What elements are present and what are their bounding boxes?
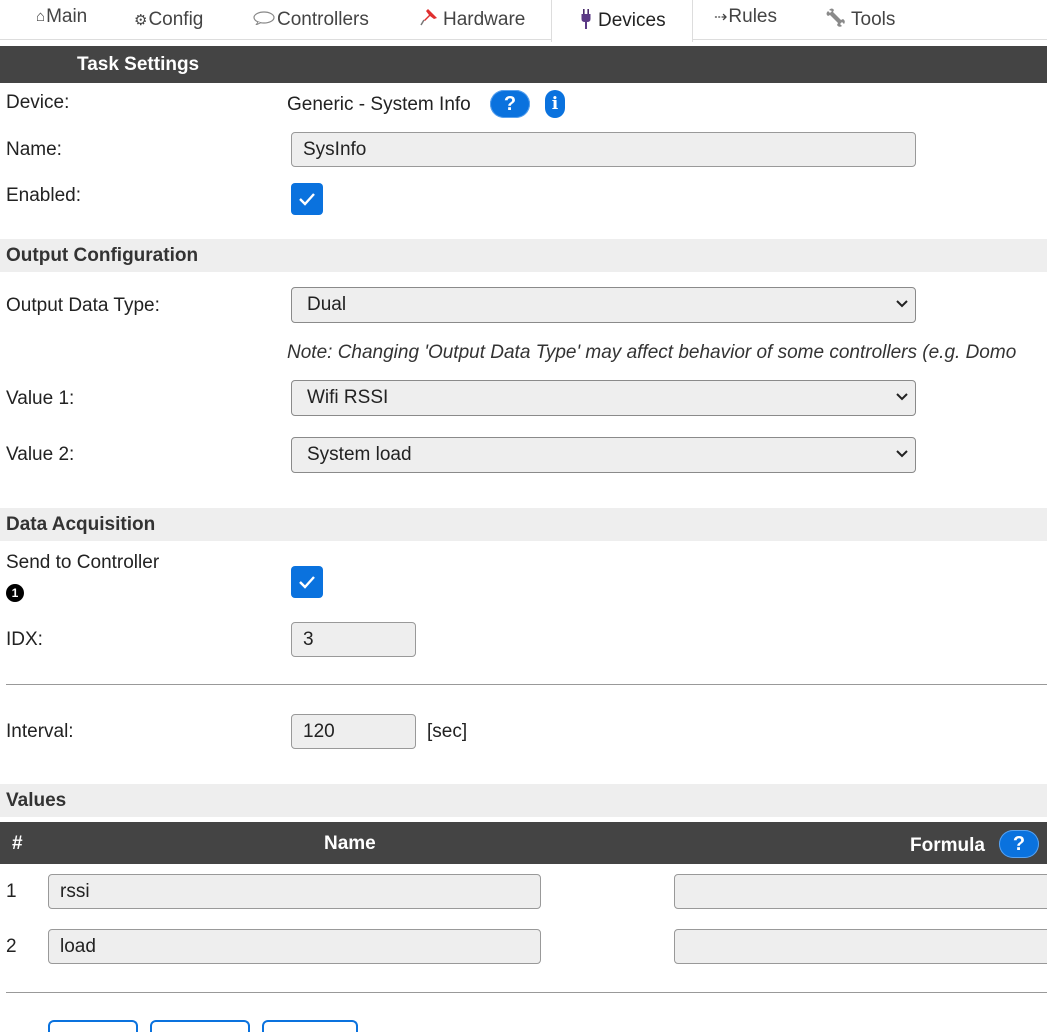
chevron-down-icon (896, 300, 908, 308)
select-value: Dual (307, 294, 347, 315)
enabled-label: Enabled: (6, 185, 82, 206)
tab-label: Controllers (277, 8, 369, 30)
close-button[interactable] (48, 1020, 138, 1032)
enabled-checkbox[interactable] (291, 183, 323, 215)
tab-label: Rules (728, 5, 777, 27)
value-name-input[interactable]: load (48, 929, 541, 964)
chevron-down-icon (896, 450, 908, 458)
tab-bar: ⌂ Main ⚙ Config Controllers Hardware Devic… (0, 0, 1047, 42)
tab-tools[interactable]: Tools (826, 0, 895, 39)
info-glyph: i (551, 94, 559, 114)
row-number: 2 (6, 936, 17, 957)
row-number: 1 (6, 881, 17, 902)
help-glyph: ? (1012, 832, 1026, 855)
values-header: Values (0, 784, 1047, 817)
tab-label: Config (148, 8, 204, 30)
idx-input[interactable]: 3 (291, 622, 416, 657)
value1-select[interactable]: Wifi RSSI (291, 380, 916, 416)
tab-main[interactable]: ⌂ Main (36, 0, 87, 36)
value-formula-input[interactable] (674, 929, 1047, 964)
section-title: Task Settings (77, 54, 200, 75)
value2-label: Value 2: (6, 444, 75, 465)
value-formula-input[interactable] (674, 874, 1047, 909)
gear-icon: ⚙ (134, 11, 148, 29)
value-name-input[interactable]: rssi (48, 874, 541, 909)
interval-label: Interval: (6, 721, 74, 742)
input-value: 120 (303, 720, 335, 742)
send-to-controller-checkbox[interactable] (291, 566, 323, 598)
column-header-formula: Formula (910, 835, 985, 856)
name-label: Name: (6, 139, 62, 160)
output-type-select[interactable]: Dual (291, 287, 916, 323)
wrench-icon (826, 7, 848, 32)
task-name-input[interactable]: SysInfo (291, 132, 916, 167)
values-table-header: # Name Formula ? (0, 822, 1047, 864)
column-header-name: Name (324, 833, 376, 854)
interval-unit: [sec] (427, 721, 468, 742)
arrow-right-icon: ⇢ (714, 8, 728, 26)
value2-select[interactable]: System load (291, 437, 916, 473)
input-value: SysInfo (303, 138, 367, 160)
submit-button[interactable] (150, 1020, 250, 1032)
controller-number-badge: 1 (6, 584, 24, 602)
value1-label: Value 1: (6, 388, 75, 409)
home-icon: ⌂ (36, 8, 46, 25)
divider (6, 684, 1047, 685)
section-title: Data Acquisition (6, 514, 156, 535)
tab-label: Hardware (443, 8, 526, 30)
output-type-note: Note: Changing 'Output Data Type' may af… (287, 342, 1017, 363)
speech-bubble-icon (253, 10, 275, 30)
idx-label: IDX: (6, 629, 43, 650)
select-value: Wifi RSSI (307, 387, 389, 408)
chevron-down-icon (896, 393, 908, 401)
help-glyph: ? (503, 92, 517, 115)
plug-icon (580, 8, 592, 35)
tab-label: Main (46, 5, 88, 27)
data-acquisition-header: Data Acquisition (0, 508, 1047, 541)
badge-number: 1 (11, 586, 19, 600)
device-label: Device: (6, 92, 70, 113)
tab-label: Tools (851, 8, 896, 30)
column-header-number: # (12, 833, 23, 854)
send-to-controller-label: Send to Controller (6, 552, 160, 573)
tab-rules[interactable]: ⇢ Rules (714, 0, 777, 36)
checkmark-icon (299, 576, 315, 589)
section-title: Output Configuration (6, 245, 199, 266)
tab-controllers[interactable]: Controllers (253, 0, 369, 39)
input-value: load (60, 935, 96, 957)
info-icon[interactable]: i (545, 90, 565, 118)
select-value: System load (307, 444, 412, 465)
tab-hardware[interactable]: Hardware (419, 0, 525, 39)
input-value: 3 (303, 628, 314, 650)
task-settings-header: Task Settings (0, 46, 1047, 83)
tab-label: Devices (598, 10, 666, 31)
device-value: Generic - System Info (287, 94, 471, 115)
checkmark-icon (299, 193, 315, 206)
interval-input[interactable]: 120 (291, 714, 416, 749)
input-value: rssi (60, 880, 90, 902)
help-icon[interactable]: ? (490, 90, 530, 118)
pushpin-icon (419, 7, 439, 32)
divider (6, 992, 1047, 993)
section-title: Values (6, 790, 67, 811)
tab-devices[interactable]: Devices (551, 0, 693, 42)
tab-divider (0, 39, 1047, 40)
tab-config[interactable]: ⚙ Config (134, 0, 203, 39)
output-config-header: Output Configuration (0, 239, 1047, 272)
formula-help-icon[interactable]: ? (999, 830, 1039, 858)
output-type-label: Output Data Type: (6, 295, 160, 316)
delete-button[interactable] (262, 1020, 358, 1032)
